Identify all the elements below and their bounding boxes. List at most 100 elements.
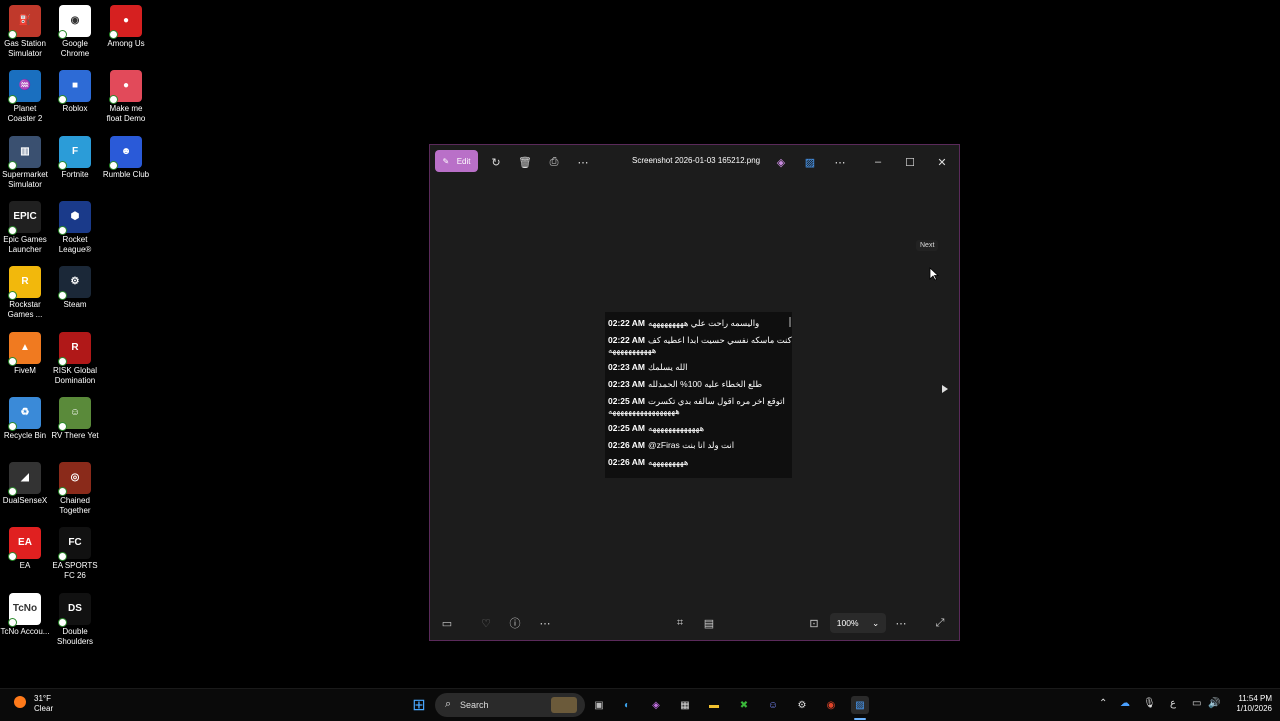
next-image-icon[interactable]	[942, 385, 948, 393]
desktop-icon[interactable]: ● Among Us	[101, 5, 151, 49]
desktop-icon[interactable]: ⛽ Gas Station Simulator	[0, 5, 50, 59]
desktop-icon[interactable]: R RISK Global Domination	[50, 331, 100, 386]
message-text: @zFiras انت ولد انا بنت	[648, 440, 735, 450]
network-icon[interactable]: ▭	[1192, 698, 1201, 709]
close-icon[interactable]: ✕	[932, 152, 952, 172]
desktop-icon[interactable]: ☻ Rumble Club	[101, 135, 151, 180]
photos-window: ✎ Edit ↻ 🗑 ⎙ ⋯ Screenshot 2026-01-03 165…	[429, 144, 960, 641]
desktop-icon-label: RV There Yet	[51, 430, 99, 440]
app-icon: ◉	[58, 5, 91, 39]
shortcut-overlay-icon	[8, 356, 17, 366]
desktop-icon[interactable]: EA EA	[0, 527, 50, 571]
desktop-icon[interactable]: ● Make me float Demo	[101, 70, 151, 124]
desktop-icon[interactable]: ◉ Google Chrome	[50, 5, 100, 59]
info-icon[interactable]: ⓘ	[508, 615, 522, 631]
app-icon: ☻	[109, 135, 142, 170]
shortcut-overlay-icon	[58, 160, 67, 170]
desktop-icon-label: DualSenseX	[2, 496, 48, 506]
clock-date: 1/10/2026	[1236, 704, 1272, 713]
clock-time: 11:54 PM	[1238, 694, 1272, 703]
bottom-more-icon[interactable]: ⋯	[538, 615, 552, 631]
app-glyph: ♻	[20, 406, 30, 418]
clock[interactable]: 11:54 PM 1/10/2026	[1222, 694, 1272, 714]
desktop-icon[interactable]: DS Double Shoulders	[50, 592, 100, 647]
app-glyph: ●	[122, 80, 130, 92]
desktop-icon[interactable]: FC EA SPORTS FC 26	[50, 527, 100, 581]
maximize-icon[interactable]: ☐	[900, 152, 920, 172]
paint-icon[interactable]: ▨	[800, 152, 820, 172]
store-icon[interactable]: ▦	[676, 696, 694, 714]
desktop-icon[interactable]: ▥ Supermarket Simulator	[0, 135, 50, 190]
chat-message: 02:22 AM واليسمه راحت علي هههههههههه	[608, 318, 759, 328]
shortcut-overlay-icon	[8, 95, 17, 105]
app-icon: ⚙	[58, 266, 91, 301]
desktop-icon[interactable]: ⬢ Rocket League®	[50, 200, 100, 255]
bottom-toolbar: ▭ ♡ ⓘ ⋯ ⌗ ▤ ⊡ 100% ⌄ ⋯ ⤢	[430, 606, 959, 640]
desktop-icon[interactable]: ▲ FiveM	[0, 331, 50, 376]
microphone-icon[interactable]: 🎙	[1143, 698, 1156, 709]
zoom-value: 100%	[836, 618, 859, 628]
desktop-icon-label: Rumble Club	[102, 169, 150, 179]
desktop-icon[interactable]: TcNo TcNo Accou...	[0, 592, 50, 637]
desktop-icon[interactable]: ■ Roblox	[50, 70, 100, 114]
discord-icon[interactable]: ☺	[764, 696, 782, 714]
edge-icon[interactable]: ◐	[618, 696, 636, 714]
start-icon[interactable]: ⊞	[410, 696, 428, 714]
print-icon[interactable]: ⎙	[544, 152, 564, 172]
chat-message: 02:26 AM @zFiras انت ولد انا بنت	[608, 440, 734, 450]
message-text: هههههههههه	[648, 457, 689, 467]
message-text: الله يسلمك	[648, 362, 688, 372]
language-indicator[interactable]: ع	[1170, 698, 1176, 709]
shortcut-overlay-icon	[58, 225, 67, 235]
desktop: ⛽ Gas Station Simulator ◉ Google Chrome ● Amo…	[0, 0, 160, 688]
filmstrip-icon[interactable]: ▭	[440, 615, 454, 631]
desktop-icon[interactable]: ⚙ Steam	[50, 266, 100, 310]
scan-text-icon[interactable]: ⌗	[673, 615, 687, 631]
copilot-icon[interactable]: ◈	[771, 152, 791, 172]
visual-search-icon[interactable]: ▤	[702, 615, 716, 631]
desktop-icon[interactable]: R Rockstar Games ...	[0, 266, 50, 320]
desktop-icon[interactable]: ☺ RV There Yet	[50, 396, 100, 441]
photos-taskbar-icon[interactable]: ▨	[851, 696, 869, 714]
app-icon: ◎	[58, 462, 91, 497]
chat-message: 02:23 AM الله يسلمك	[608, 362, 688, 372]
onedrive-icon[interactable]: ☁	[1120, 698, 1130, 709]
message-time: 02:22 AM	[608, 335, 646, 345]
zoom-more-icon[interactable]: ⋯	[894, 615, 908, 631]
taskbar-search[interactable]: ⌕ Search	[435, 693, 585, 717]
shortcut-overlay-icon	[8, 487, 17, 497]
chrome-taskbar-icon[interactable]: ◉	[822, 696, 840, 714]
app-icon: TcNo	[8, 592, 41, 627]
copilot-taskbar-icon[interactable]: ◈	[647, 696, 665, 714]
shortcut-overlay-icon	[58, 487, 67, 497]
rotate-icon[interactable]: ↻	[486, 152, 506, 172]
chat-message: 02:23 AM طلع الخطاء عليه 100% الحمدلله	[608, 379, 762, 389]
task-view-icon[interactable]: ▣	[590, 696, 608, 714]
delete-icon[interactable]: 🗑	[515, 152, 535, 172]
chevron-up-icon[interactable]: ⌃	[1099, 698, 1107, 709]
title-more-icon[interactable]: ⋯	[830, 152, 850, 172]
more-options-icon[interactable]: ⋯	[573, 152, 593, 172]
desktop-icon[interactable]: ♒ Planet Coaster 2	[0, 70, 50, 124]
favorite-icon[interactable]: ♡	[479, 615, 493, 631]
fullscreen-icon[interactable]: ⤢	[933, 615, 947, 631]
volume-icon[interactable]: 🔊	[1208, 698, 1220, 709]
fit-window-icon[interactable]: ⊡	[807, 615, 821, 631]
minimize-icon[interactable]: –	[868, 152, 888, 172]
edit-button[interactable]: ✎ Edit	[435, 150, 478, 172]
weather-temp: 31°F	[34, 694, 51, 703]
zoom-dropdown[interactable]: 100% ⌄	[830, 613, 886, 633]
file-explorer-icon[interactable]: ▬	[705, 696, 723, 714]
xbox-icon[interactable]: ✖	[735, 696, 753, 714]
desktop-icon[interactable]: EPIC Epic Games Launcher	[0, 200, 50, 255]
desktop-icon[interactable]: ◢ DualSenseX	[0, 462, 50, 506]
message-time: 02:26 AM	[608, 457, 646, 467]
desktop-icon[interactable]: ♻ Recycle Bin	[0, 396, 50, 441]
app-glyph: R	[71, 341, 79, 353]
settings-icon[interactable]: ⚙	[793, 696, 811, 714]
desktop-icon[interactable]: ◎ Chained Together	[50, 462, 100, 516]
app-glyph: F	[71, 145, 79, 157]
search-highlight-icon	[551, 697, 577, 713]
message-time: 02:23 AM	[608, 379, 646, 389]
desktop-icon[interactable]: F Fortnite	[50, 135, 100, 180]
